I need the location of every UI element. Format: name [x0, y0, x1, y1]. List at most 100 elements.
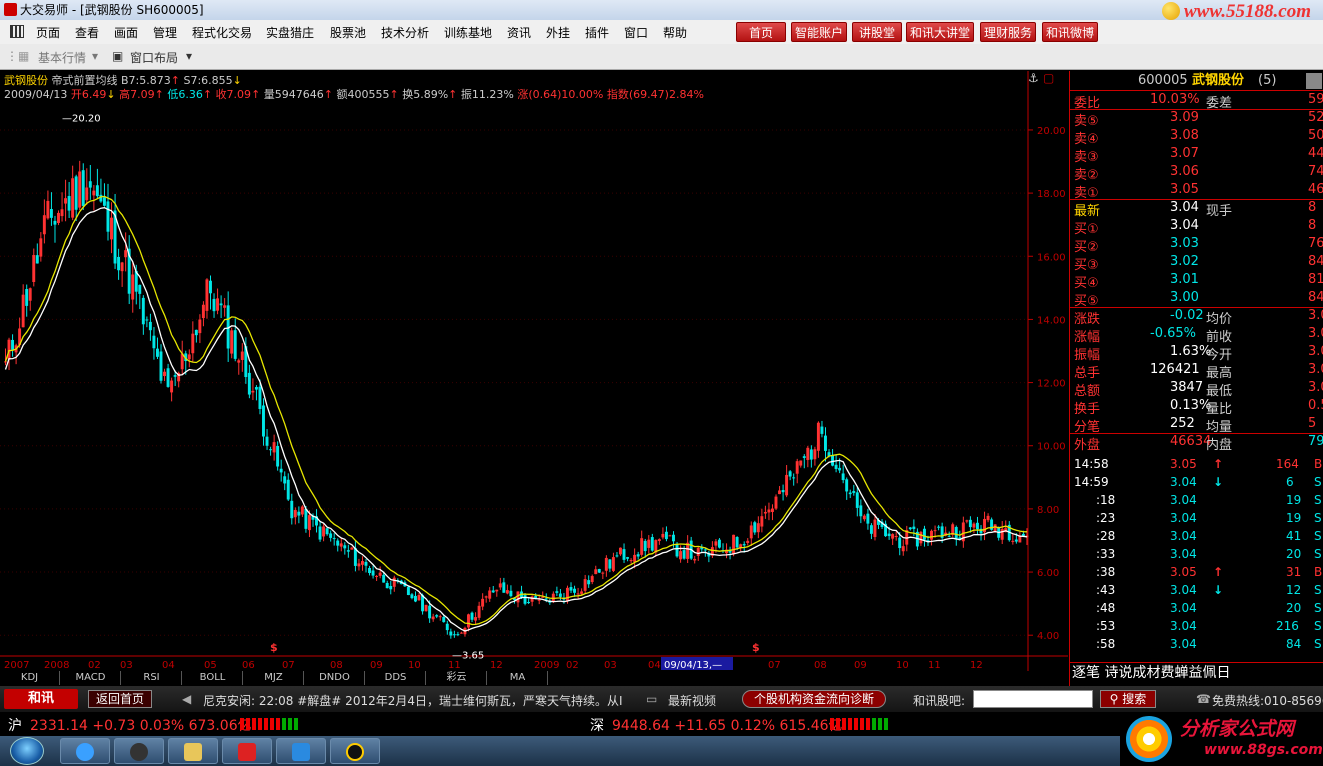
- quote-row: 卖② 3.06 74: [1070, 164, 1323, 183]
- finance-service-button[interactable]: 理财服务: [980, 22, 1036, 42]
- hexun-lecture-button[interactable]: 和讯大讲堂: [906, 22, 974, 42]
- stock-class-button[interactable]: 讲股堂: [852, 22, 902, 42]
- candle-body: [1000, 528, 1004, 540]
- candle-body: [435, 615, 439, 617]
- tab-macd[interactable]: MACD: [61, 671, 121, 685]
- forum-search-input[interactable]: [973, 690, 1093, 708]
- tab-rsi[interactable]: RSI: [122, 671, 182, 685]
- candle-body: [293, 509, 297, 518]
- tab-kdj[interactable]: KDJ: [0, 671, 60, 685]
- quote-value-2: 52: [1308, 110, 1323, 125]
- menu-window[interactable]: 窗口: [624, 24, 648, 41]
- menu-program-trade[interactable]: 程式化交易: [192, 24, 252, 41]
- candle-body: [583, 579, 587, 591]
- menu-page[interactable]: 页面: [36, 24, 60, 41]
- candle-body: [141, 297, 145, 325]
- chevron-down-icon[interactable]: ▾: [92, 49, 98, 63]
- candle-body: [230, 330, 234, 354]
- title-bar: 大交易师 - [武钢股份 SH600005] www.55188.com: [0, 0, 1323, 22]
- candle-body: [696, 547, 700, 556]
- menu-hunt[interactable]: 实盘猎庄: [266, 24, 314, 41]
- hexun-weibo-button[interactable]: 和讯微博: [1042, 22, 1098, 42]
- y-tick-label: 6.00: [1037, 568, 1059, 579]
- y-tick-label: 10.00: [1037, 442, 1066, 453]
- candlestick-plot[interactable]: 20.00 18.00 16.00 14.00 12.00 10.00 8.00 6.00 4.…: [0, 71, 1068, 671]
- candle-body: [587, 580, 591, 585]
- home-button[interactable]: 首页: [736, 22, 786, 42]
- window-layout-dropdown[interactable]: 窗口布局: [130, 49, 178, 66]
- menu-view[interactable]: 查看: [75, 24, 99, 41]
- candle-body: [233, 330, 237, 359]
- grid-menu-icon[interactable]: [10, 25, 24, 38]
- tab-dndo[interactable]: DNDO: [305, 671, 365, 685]
- x-tick-label: 05: [204, 660, 217, 671]
- candle-body: [300, 506, 304, 515]
- toolbar: ⋮ ▦ 基本行情 ▾ ▣ 窗口布局 ▾: [0, 44, 1323, 70]
- candle-body: [212, 298, 216, 312]
- candle-body: [604, 557, 608, 571]
- tick-time: :43: [1096, 583, 1116, 597]
- tab-mjz[interactable]: MJZ: [244, 671, 304, 685]
- candle-body: [247, 372, 251, 395]
- candle-body: [191, 333, 195, 354]
- menu-screen[interactable]: 画面: [114, 24, 138, 41]
- sh-index-value[interactable]: 2331.14 +0.73 0.03% 673.06亿: [30, 715, 252, 735]
- menu-plugins[interactable]: 插件: [585, 24, 609, 41]
- tab-dds[interactable]: DDS: [366, 671, 426, 685]
- tab-boll[interactable]: BOLL: [183, 671, 243, 685]
- menu-tech-analysis[interactable]: 技术分析: [381, 24, 429, 41]
- panel-expand-icon[interactable]: [1306, 73, 1322, 89]
- close-chart-icon[interactable]: ▢: [1043, 71, 1054, 85]
- taskbar-media[interactable]: [114, 738, 164, 764]
- basic-quotes-dropdown[interactable]: 基本行情: [38, 49, 86, 66]
- quote-value: 3.06: [1170, 164, 1199, 179]
- taskbar-qq[interactable]: [330, 738, 380, 764]
- menu-external[interactable]: 外挂: [546, 24, 570, 41]
- panel-scroll-tabs[interactable]: 逐笔 诗说成材费蝉益佩日: [1070, 662, 1323, 684]
- menu-training[interactable]: 训练基地: [444, 24, 492, 41]
- pin-icon[interactable]: ⚓: [1028, 71, 1039, 85]
- candle-body: [898, 537, 902, 549]
- quote-value: 3.02: [1170, 254, 1199, 269]
- candle-body: [505, 590, 509, 594]
- candle-body: [131, 274, 135, 300]
- candle-body: [357, 563, 361, 567]
- taskbar-trading-app[interactable]: [222, 738, 272, 764]
- chevron-down-icon[interactable]: ▾: [186, 49, 192, 63]
- candle-body: [565, 587, 569, 601]
- candle-body: [120, 262, 124, 272]
- quote-label: 涨跌: [1074, 312, 1101, 327]
- quote-value-2: 84: [1308, 290, 1323, 305]
- menu-manage[interactable]: 管理: [153, 24, 177, 41]
- latest-video-link[interactable]: 最新视频: [668, 692, 716, 709]
- quote-label: 卖④: [1074, 132, 1099, 147]
- fund-flow-button[interactable]: 个股机构资金流向诊断: [742, 690, 886, 708]
- taskbar-explorer[interactable]: [168, 738, 218, 764]
- menu-help[interactable]: 帮助: [663, 24, 687, 41]
- down-arrow-icon: ↓: [1213, 475, 1224, 489]
- kline-chart[interactable]: 武钢股份 帝式前置均线 B7:5.873↑ S7:6.855↓ 2009/04/…: [0, 71, 1068, 742]
- back-home-button[interactable]: 返回首页: [88, 690, 152, 708]
- candle-body: [965, 520, 969, 522]
- start-button[interactable]: [10, 737, 44, 765]
- taskbar-app2[interactable]: [276, 738, 326, 764]
- candle-body: [813, 449, 817, 460]
- candle-body: [555, 591, 559, 593]
- quote-value: 3.05: [1170, 182, 1199, 197]
- search-button[interactable]: ⚲ 搜索: [1100, 690, 1156, 708]
- phone-icon: ☎: [1196, 692, 1211, 706]
- quote-value: 3.04: [1170, 200, 1199, 215]
- candle-body: [152, 335, 156, 349]
- news-ticker[interactable]: 尼克安闲: 22:08 #解盘# 2012年2月4日，瑞士维何斯瓦，严寒天气持续…: [203, 692, 623, 709]
- taskbar-ie[interactable]: [60, 738, 110, 764]
- browser-icon: [76, 743, 94, 761]
- sz-index-value[interactable]: 9448.64 +11.65 0.12% 615.46亿: [612, 715, 843, 735]
- cursor-date: 09/04/13,—: [664, 660, 722, 671]
- menu-stock-pool[interactable]: 股票池: [330, 24, 366, 41]
- news-bar: 和讯 返回首页 ◀ 尼克安闲: 22:08 #解盘# 2012年2月4日，瑞士维…: [0, 686, 1323, 712]
- menu-info[interactable]: 资讯: [507, 24, 531, 41]
- smart-account-button[interactable]: 智能账户: [791, 22, 847, 42]
- candle-body: [424, 604, 428, 612]
- tab-caiyun[interactable]: 彩云: [427, 671, 487, 685]
- tab-ma[interactable]: MA: [488, 671, 548, 685]
